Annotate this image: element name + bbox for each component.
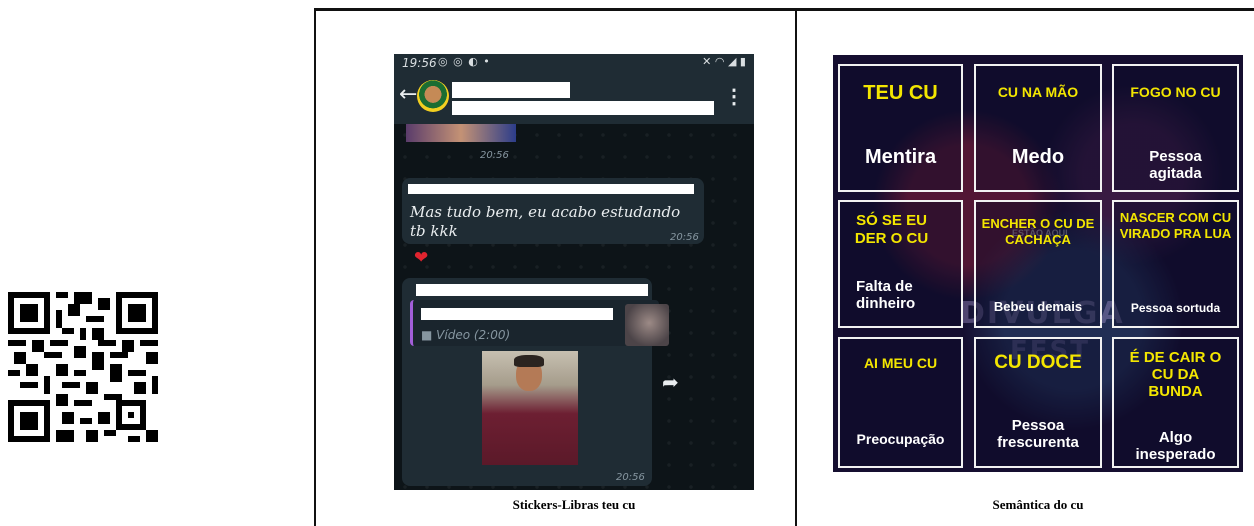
redacted-contact-status [452, 101, 714, 115]
right-caption: Semântica do cu [992, 497, 1084, 512]
quoted-video-label: ■ Vídeo (2:00) [421, 328, 511, 342]
redacted-sender [408, 184, 694, 194]
meme-title: CU NA MÃO [997, 84, 1079, 100]
person-hair [514, 355, 544, 367]
signal-icons: ✕ ◠ ◢ ▮ [702, 55, 746, 68]
meme-cell-ai-meu-cu: AI MEU CU Preocupação [838, 337, 963, 468]
more-options-icon[interactable]: ⋮ [724, 84, 744, 109]
meme-cell-cu-doce: CU DOCE Pessoa frescurenta [974, 337, 1102, 468]
redacted-quoted-author [421, 308, 613, 320]
left-caption: Stickers-Libras teu cu [512, 497, 636, 512]
table-left-border [314, 8, 316, 526]
meme-title: É DE CAIR O CU DA BUNDA [1129, 349, 1222, 400]
forward-icon[interactable]: ➦ [662, 370, 679, 395]
status-time: 19:56 [402, 56, 437, 70]
message-timestamp: 20:56 [616, 472, 645, 483]
meme-meaning: Algo inesperado [1135, 429, 1216, 463]
meme-meaning: Bebeu demais [993, 299, 1083, 314]
message-text: Mas tudo bem, eu acabo estudando tb kkk [410, 203, 681, 240]
notification-icons: ◎ ◎ ◐ • [438, 55, 491, 68]
meme-title: CU DOCE [994, 352, 1082, 373]
previous-photo-message[interactable] [406, 124, 516, 142]
redacted-contact-name [452, 82, 570, 98]
meme-title: AI MEU CU [863, 355, 938, 371]
meme-cell-cu-na-mao: CU NA MÃO Medo [974, 64, 1102, 192]
meme-cell-teu-cu: TEU CU Mentira [838, 64, 963, 192]
quoted-video-thumbnail [625, 304, 669, 346]
meme-cell-nascer-com-cu-virado: NASCER COM CU VIRADO PRA LUA Pessoa sort… [1112, 200, 1239, 328]
meme-meaning: Preocupação [856, 431, 945, 447]
redacted-sender [416, 284, 648, 296]
meme-title: TEU CU [863, 82, 938, 104]
meme-cell-fogo-no-cu: FOGO NO CU Pessoa agitada [1112, 64, 1239, 192]
meme-title: FOGO NO CU [1130, 84, 1221, 100]
chat-header: ← ⋮ [394, 72, 754, 124]
meme-meaning: Pessoa agitada [1149, 148, 1202, 182]
meme-cell-encher-o-cu-de-cachaca: ENCHER O CU DE CACHAÇA Bebeu demais [974, 200, 1102, 328]
heart-reaction-icon[interactable]: ❤ [414, 248, 428, 268]
status-bar: 19:56 ◎ ◎ ◐ • ✕ ◠ ◢ ▮ [394, 54, 754, 72]
video-thumbnail[interactable] [482, 351, 578, 465]
meme-title: SÓ SE EU DER O CU [854, 212, 929, 247]
meme-cell-so-se-eu-der-o-cu: SÓ SE EU DER O CU Falta de dinheiro [838, 200, 963, 328]
meme-meaning: Pessoa sortuda [1130, 301, 1221, 315]
meme-meaning: Pessoa frescurenta [997, 417, 1079, 451]
qr-code [8, 292, 158, 442]
message-timestamp: 20:56 [670, 232, 699, 243]
back-arrow-icon[interactable]: ← [399, 82, 417, 107]
meme-meaning: Falta de dinheiro [856, 278, 916, 312]
meme-cell-cair-o-cu-da-bunda: É DE CAIR O CU DA BUNDA Algo inesperado [1112, 337, 1239, 468]
table-column-divider [795, 8, 797, 526]
meme-title: NASCER COM CU VIRADO PRA LUA [1119, 210, 1232, 241]
contact-avatar[interactable] [417, 80, 449, 112]
meme-title: ENCHER O CU DE CACHAÇA [981, 216, 1095, 247]
table-top-border [314, 8, 1254, 11]
quoted-video-reply[interactable]: ■ Vídeo (2:00) [410, 300, 669, 346]
whatsapp-screenshot: 19:56 ◎ ◎ ◐ • ✕ ◠ ◢ ▮ ← ⋮ 20:56 Mas tudo… [394, 54, 754, 490]
meme-meaning: Medo [1011, 146, 1065, 168]
meme-meaning: Mentira [864, 146, 937, 168]
message-timestamp: 20:56 [480, 150, 509, 161]
